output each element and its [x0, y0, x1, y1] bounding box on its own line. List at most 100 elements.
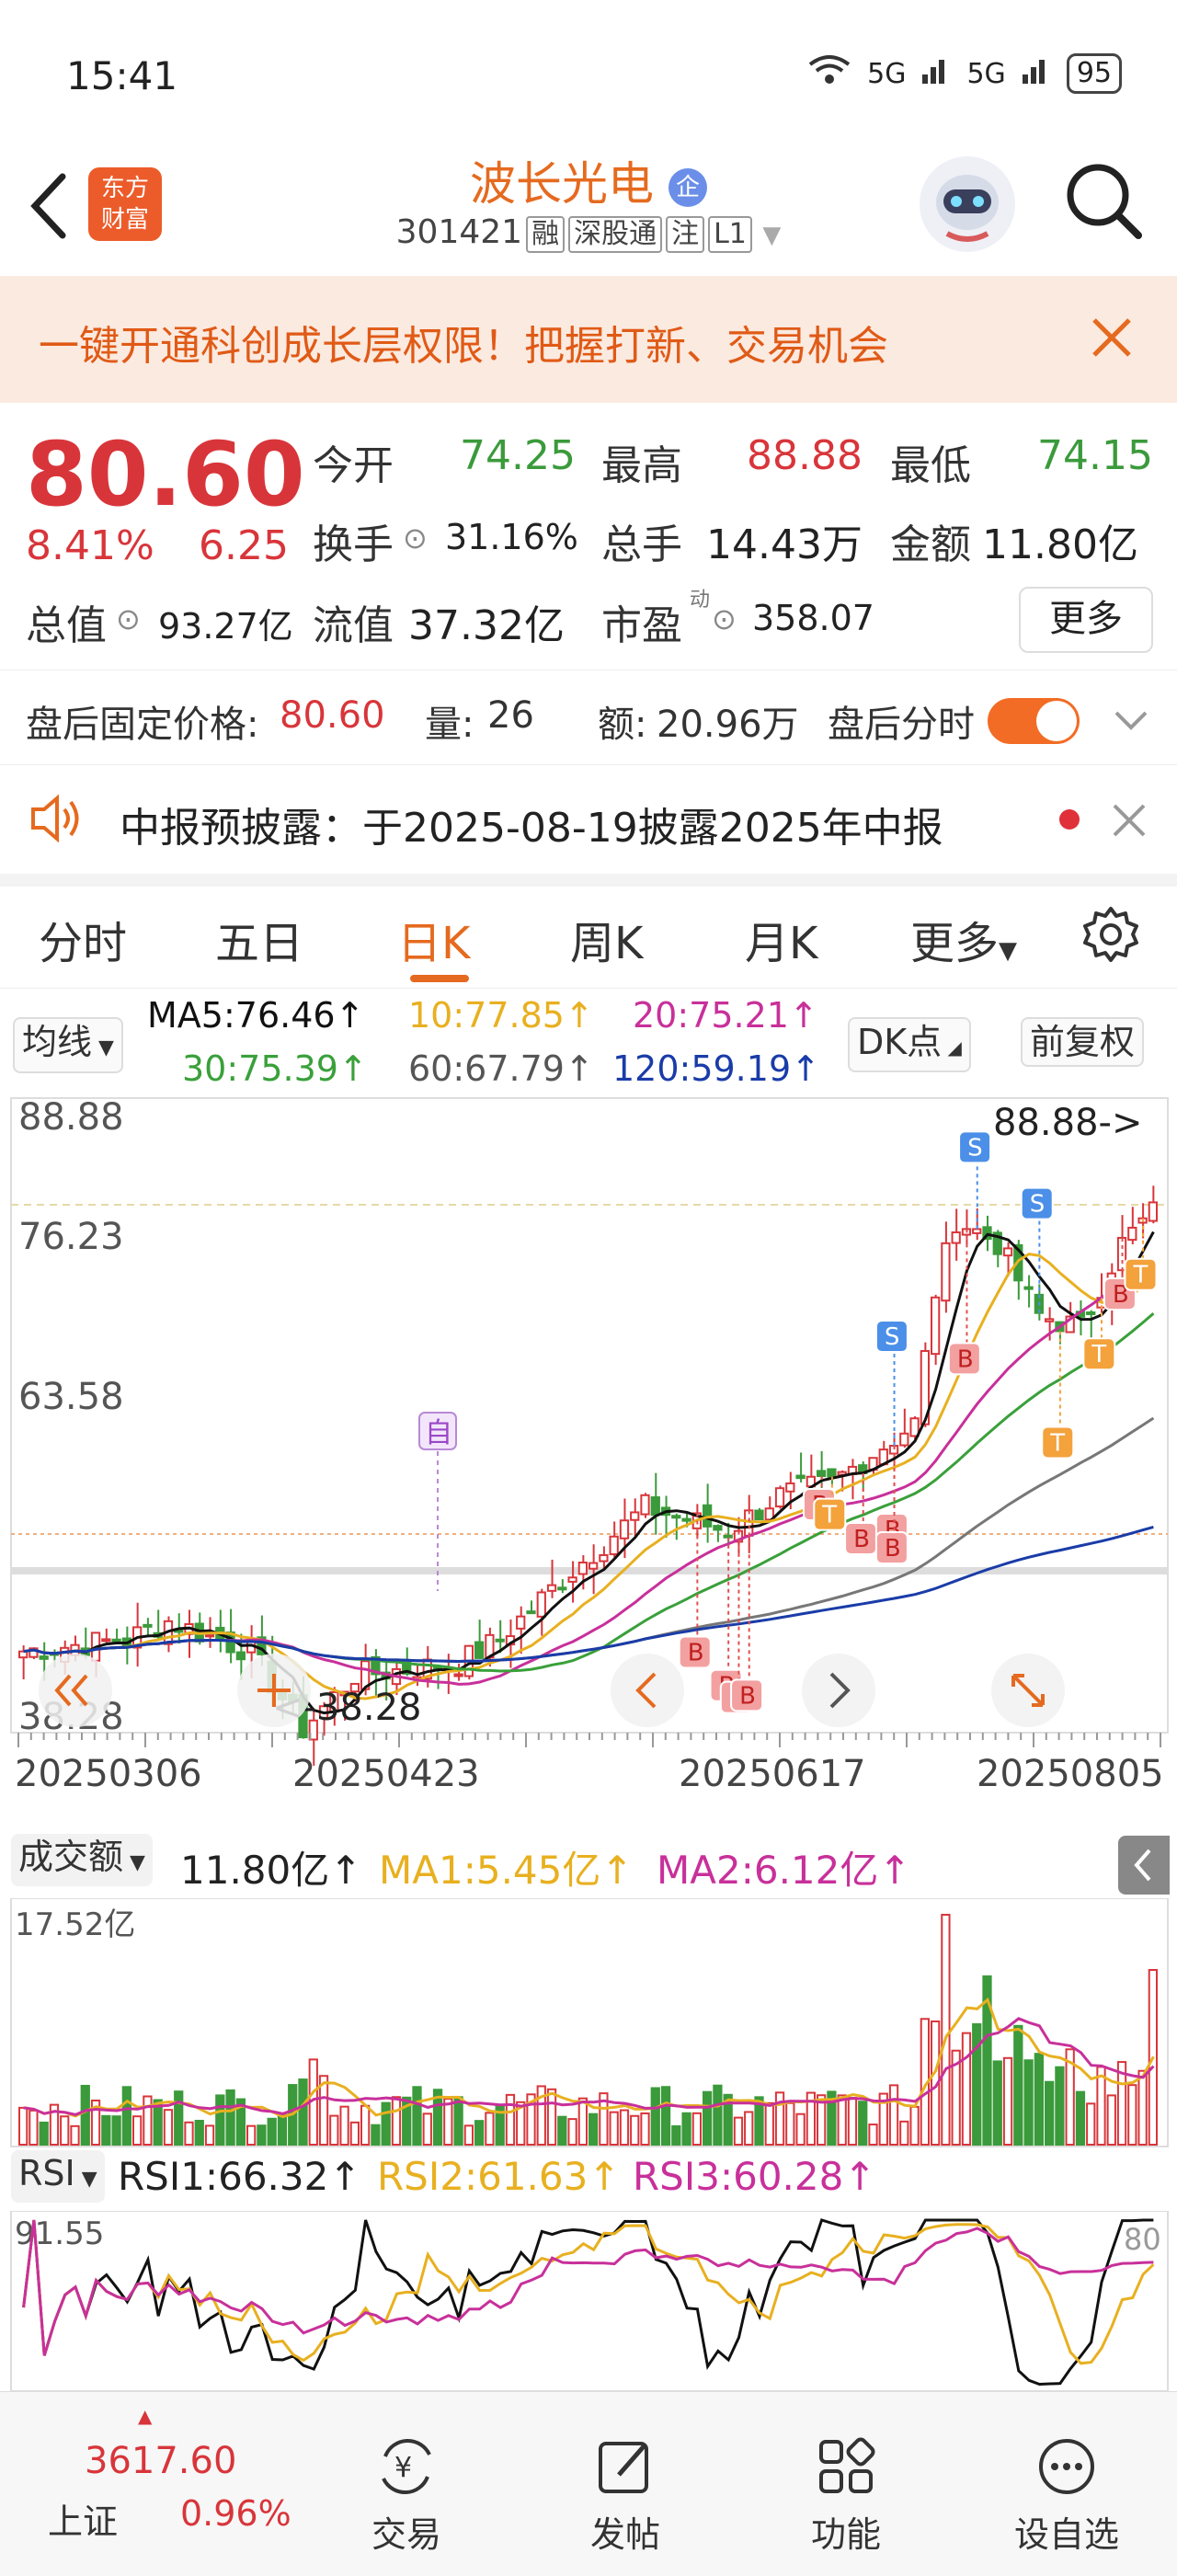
marker-letter: T	[1091, 1341, 1106, 1368]
ma10-label: 10:77.85↑	[408, 995, 594, 1036]
chart-nav-prev[interactable]	[611, 1654, 684, 1727]
close-icon[interactable]	[1091, 316, 1133, 362]
tab-five-day[interactable]: 五日	[215, 907, 303, 971]
volume-bar	[39, 2121, 49, 2147]
volume-bar	[640, 2112, 650, 2147]
marker-self-text: 自	[425, 1417, 452, 1449]
tag-registered: 注	[666, 216, 705, 253]
candle-body	[619, 1519, 630, 1540]
tab-monthly-k[interactable]: 月K	[745, 907, 817, 971]
wifi-icon	[806, 53, 852, 94]
active-tab-indicator	[410, 975, 469, 982]
stock-name: 波长光电	[470, 157, 655, 211]
ah-vol: 26	[487, 694, 534, 737]
ma60-label: 60:67.79↑	[408, 1048, 594, 1089]
volume-bar	[764, 2101, 774, 2147]
marker-letter: T	[1132, 1262, 1148, 1289]
search-icon[interactable]	[1063, 160, 1146, 246]
rsi-selector[interactable]: RSI ▼	[11, 2150, 105, 2203]
max-price-label: 88.88->	[993, 1102, 1142, 1144]
volume-bar	[70, 2124, 80, 2146]
marker-letter: B	[957, 1345, 974, 1373]
after-hours-toggle[interactable]	[988, 698, 1080, 744]
low-value: 74.15	[1037, 432, 1153, 479]
volume-bar	[132, 2115, 143, 2146]
dropdown-triangle-icon: ▼	[92, 1036, 114, 1059]
volume-bar	[888, 2084, 899, 2146]
chart-nav-next[interactable]	[802, 1654, 875, 1727]
x-date-3: 20250617	[679, 1753, 866, 1795]
rsi-selector-label: RSI	[18, 2153, 75, 2193]
candle-body	[235, 1651, 246, 1661]
edit-icon	[593, 2434, 657, 2499]
candle-body	[713, 1525, 723, 1531]
dropdown-triangle-icon: ◢	[942, 1036, 962, 1059]
collapse-panel-button[interactable]	[1118, 1836, 1170, 1895]
stock-header: 东方 财富 波长光电 企 301421 融深股通注 L1 ▼	[0, 147, 1177, 277]
volume-selector-label: 成交额	[18, 1837, 124, 1877]
volume-selector[interactable]: 成交额 ▼	[11, 1834, 153, 1886]
dk-point-button[interactable]: DK点 ◢	[848, 1017, 971, 1072]
functions-button[interactable]: 功能	[772, 2392, 920, 2557]
bottom-bar: ▲ 3617.60 上证 0.96% ¥ 交易 发帖 功能 设自选	[0, 2391, 1177, 2576]
gear-icon[interactable]	[1081, 905, 1140, 967]
promo-banner[interactable]: 一键开通科创成长层权限！把握打新、交易机会	[0, 276, 1177, 403]
volume-ma1: MA1:5.45亿↑	[379, 1848, 634, 1893]
volume-bar	[703, 2090, 713, 2146]
volume-bar	[1023, 2059, 1034, 2146]
candle-body	[640, 1494, 650, 1516]
indicator-selector[interactable]: 均线 ▼	[13, 1017, 123, 1073]
tab-timeshare[interactable]: 分时	[39, 907, 127, 971]
tab-daily-k[interactable]: 日K	[397, 907, 470, 971]
status-bar: 15:41 5G 5G 95	[0, 0, 1177, 147]
post-button[interactable]: 发帖	[552, 2392, 699, 2557]
tab-more[interactable]: 更多▼	[910, 907, 1017, 971]
close-icon[interactable]	[1111, 802, 1148, 849]
candle-body	[650, 1496, 660, 1517]
index-widget[interactable]: ▲ 3617.60 上证 0.96%	[0, 2392, 291, 2576]
signal-bars-icon	[1021, 54, 1052, 93]
chart-nav-crosshair[interactable]	[237, 1654, 311, 1727]
tab-weekly-k[interactable]: 周K	[570, 907, 643, 971]
ma5-label: MA5:76.46↑	[147, 995, 365, 1036]
info-dots-icon[interactable]: ⊙	[712, 601, 737, 636]
marker-letter: T	[821, 1502, 837, 1529]
volume-bar	[18, 2106, 29, 2146]
assistant-robot-icon[interactable]	[920, 156, 1015, 252]
info-dots-icon[interactable]: ⊙	[116, 601, 141, 636]
volume-bar	[225, 2089, 235, 2147]
candle-body	[1086, 1311, 1096, 1315]
kline-chart[interactable]: 88.88 76.23 63.58 38.28 SSSBBBBBBTTTTBBB…	[0, 1094, 1177, 1812]
adjust-button[interactable]: 前复权	[1021, 1017, 1145, 1067]
candle-body	[941, 1242, 951, 1302]
info-dots-icon[interactable]: ⊙	[403, 521, 428, 555]
up-arrow-icon: ▲	[138, 2405, 153, 2427]
turnover-label: 换手	[313, 521, 394, 568]
volume-bar	[609, 2111, 619, 2146]
chevron-down-icon[interactable]	[1113, 702, 1149, 744]
more-button[interactable]: 更多	[1019, 587, 1153, 653]
battery-indicator: 95	[1066, 53, 1122, 94]
chart-nav-zoom-out[interactable]	[39, 1654, 112, 1727]
rsi1-label: RSI1:66.32↑	[118, 2154, 361, 2199]
volume-label: 总手	[601, 521, 682, 568]
volume-bar	[60, 2115, 70, 2146]
more-dots-icon	[1034, 2434, 1099, 2499]
candle-body	[817, 1470, 827, 1478]
candle-body	[39, 1655, 49, 1660]
trade-button[interactable]: ¥ 交易	[333, 2392, 480, 2557]
chart-nav-fullscreen[interactable]	[991, 1654, 1065, 1727]
watchlist-button[interactable]: 设自选	[993, 2392, 1140, 2557]
rsi-top-label: 91.55	[15, 2215, 104, 2252]
volume-bar	[360, 2104, 371, 2147]
candle-body	[546, 1584, 557, 1592]
candle-body	[516, 1615, 526, 1630]
volume-bar	[184, 2121, 194, 2147]
amount-label: 金额	[890, 521, 971, 568]
ma20-label: 20:75.21↑	[633, 995, 818, 1036]
volume-bar	[567, 2118, 577, 2146]
after-hours-bar: 盘后固定价格: 80.60 量: 26 额: 20.96万 盘后分时	[0, 670, 1177, 765]
company-badge: 企	[668, 167, 707, 207]
notice-bar[interactable]: 中报预披露：于2025-08-19披露2025年中报	[0, 763, 1177, 887]
ma120-label: 120:59.19↑	[612, 1048, 820, 1089]
